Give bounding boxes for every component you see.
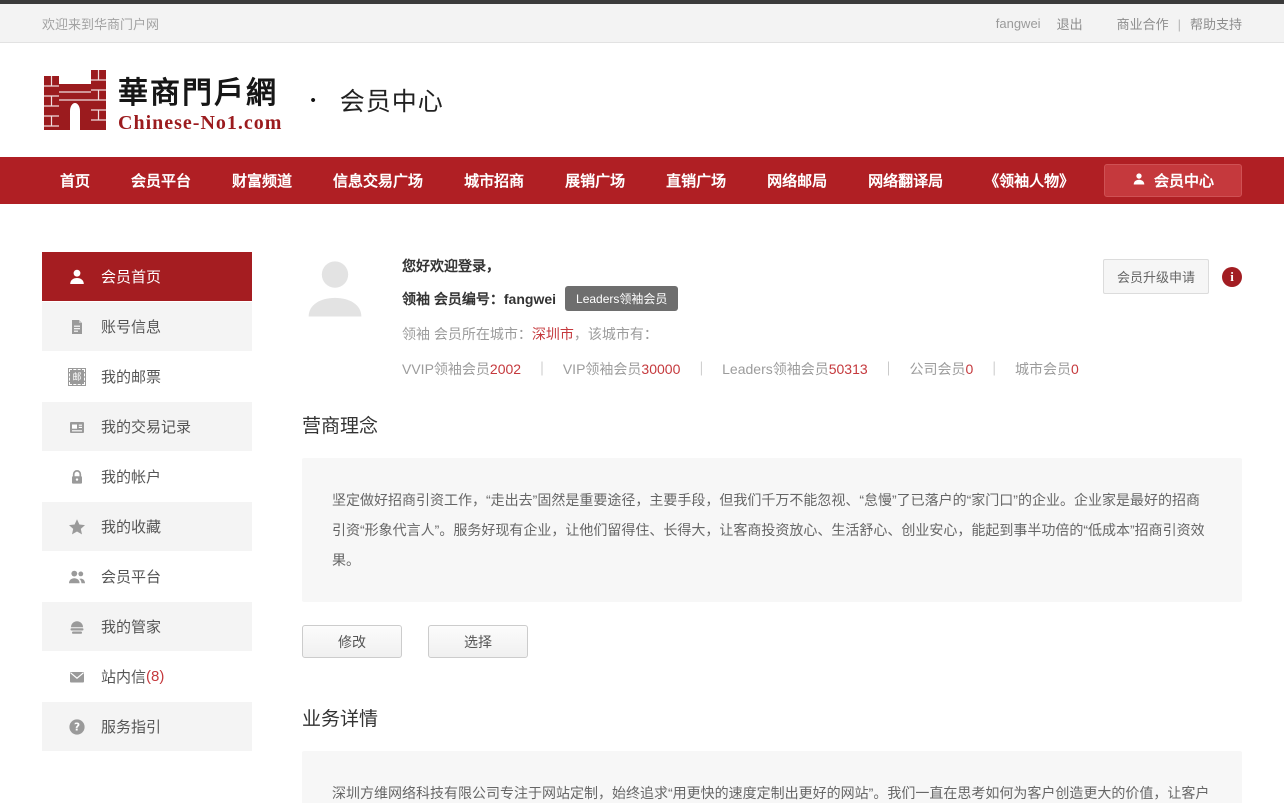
philosophy-section-title: 营商理念	[302, 411, 1242, 438]
sidebar-item-label: 我的管家	[101, 616, 161, 637]
business-body: 深圳方维网络科技有限公司专注于网站定制，始终追求“用更快的速度定制出更好的网站”…	[302, 751, 1242, 803]
gate-logo-icon	[42, 66, 108, 135]
philosophy-body: 坚定做好招商引资工作，“走出去”固然是重要途径，主要手段，但我们千万不能忽视、“…	[302, 458, 1242, 602]
welcome-text: 欢迎来到华商门户网	[42, 14, 159, 33]
stat-separator: ｜	[694, 361, 708, 377]
stat-leaders: Leaders领袖会员50313	[722, 361, 868, 377]
city-tail: ，该城市有：	[574, 326, 658, 342]
sidebar-item-my-account[interactable]: 我的帐户	[42, 452, 252, 502]
sidebar-item-label: 我的交易记录	[101, 416, 191, 437]
city-label: 领袖 会员所在城市：	[402, 326, 532, 342]
member-no-value: fangwei	[504, 291, 556, 307]
stat-separator: ｜	[535, 361, 549, 377]
membership-level-badge: Leaders领袖会员	[565, 286, 678, 311]
stat-separator: ｜	[882, 361, 896, 377]
sidebar-item-label: 我的邮票	[101, 366, 161, 387]
username-link[interactable]: fangwei	[996, 16, 1041, 31]
svg-text:?: ?	[74, 721, 80, 733]
unread-count-badge: (8)	[146, 668, 164, 685]
nav-item-city-investment[interactable]: 城市招商	[464, 170, 524, 191]
nav-item-wealth-channel[interactable]: 财富频道	[232, 170, 292, 191]
info-icon[interactable]: i	[1222, 267, 1242, 287]
stat-vip: VIP领袖会员30000	[563, 361, 681, 377]
business-section-title: 业务详情	[302, 704, 1242, 731]
user-icon	[68, 268, 86, 286]
main-navbar: 首页 会员平台 财富频道 信息交易广场 城市招商 展销广场 直销广场 网络邮局 …	[0, 157, 1284, 204]
document-icon	[68, 318, 86, 336]
nav-item-direct-sales-plaza[interactable]: 直销广场	[666, 170, 726, 191]
avatar	[302, 256, 368, 323]
stat-separator: ｜	[987, 361, 1001, 377]
butler-dome-icon	[68, 618, 86, 636]
member-stats-row: VVIP领袖会员2002 ｜ VIP领袖会员30000 ｜ Leaders领袖会…	[402, 359, 1103, 379]
sidebar-item-favorites[interactable]: 我的收藏	[42, 502, 252, 552]
sidebar-item-label: 会员首页	[101, 266, 161, 287]
member-center-button[interactable]: 会员中心	[1104, 164, 1242, 197]
mail-icon	[68, 668, 86, 686]
nav-item-leaders[interactable]: 《领袖人物》	[984, 170, 1074, 191]
sidebar-item-label: 会员平台	[101, 566, 161, 587]
sidebar-item-my-butler[interactable]: 我的管家	[42, 602, 252, 652]
users-icon	[68, 568, 86, 586]
nav-item-exhibition-plaza[interactable]: 展销广场	[565, 170, 625, 191]
business-coop-link[interactable]: 商业合作	[1117, 17, 1169, 32]
logo-chinese-text: 華商門戶網	[118, 68, 282, 112]
sidebar-item-site-mail[interactable]: 站内信(8)	[42, 652, 252, 702]
lock-icon	[68, 468, 86, 486]
logout-link[interactable]: 退出	[1057, 14, 1083, 33]
nav-item-web-post[interactable]: 网络邮局	[767, 170, 827, 191]
select-button[interactable]: 选择	[428, 625, 528, 658]
stamp-icon: 邮	[68, 368, 86, 386]
sidebar-item-member-platform[interactable]: 会员平台	[42, 552, 252, 602]
page-title: 会员中心	[340, 82, 444, 118]
star-icon	[68, 518, 86, 536]
nav-item-member-platform[interactable]: 会员平台	[131, 170, 191, 191]
sidebar-item-my-stamps[interactable]: 邮 我的邮票	[42, 352, 252, 402]
stat-vvip: VVIP领袖会员2002	[402, 361, 521, 377]
logo-domain-text: Chinese-No1.com	[118, 113, 282, 133]
sidebar-item-label: 站内信	[101, 666, 146, 687]
nav-item-web-translation[interactable]: 网络翻译局	[868, 170, 943, 191]
edit-button[interactable]: 修改	[302, 625, 402, 658]
city-value[interactable]: 深圳市	[532, 326, 574, 342]
main-content: 您好欢迎登录， 领袖 会员编号：fangwei Leaders领袖会员 领袖 会…	[302, 252, 1242, 803]
member-center-button-label: 会员中心	[1154, 170, 1214, 191]
help-support-link[interactable]: 帮助支持	[1190, 17, 1242, 32]
sidebar-item-service-guide[interactable]: ? 服务指引	[42, 702, 252, 752]
sidebar-item-label: 我的收藏	[101, 516, 161, 537]
nav-item-info-trade-plaza[interactable]: 信息交易广场	[333, 170, 423, 191]
header-bullet: •	[310, 92, 315, 109]
topbar: 欢迎来到华商门户网 fangwei 退出 商业合作 | 帮助支持	[0, 4, 1284, 43]
topbar-divider: |	[1178, 17, 1181, 32]
help-icon: ?	[68, 718, 86, 736]
sidebar-item-label: 服务指引	[101, 716, 161, 737]
nav-item-home[interactable]: 首页	[60, 170, 90, 191]
site-header: 華商門戶網 Chinese-No1.com • 会员中心	[0, 43, 1284, 157]
sidebar-item-label: 账号信息	[101, 316, 161, 337]
sidebar: 会员首页 账号信息 邮 我的邮票	[42, 252, 252, 803]
sidebar-item-transactions[interactable]: 我的交易记录	[42, 402, 252, 452]
sidebar-item-label: 我的帐户	[101, 466, 161, 487]
newspaper-icon	[68, 418, 86, 436]
site-logo[interactable]: 華商門戶網 Chinese-No1.com	[42, 66, 282, 135]
greeting-text: 您好欢迎登录，	[402, 252, 1103, 276]
member-upgrade-button[interactable]: 会员升级申请	[1103, 259, 1209, 294]
member-no-label: 领袖 会员编号：	[402, 289, 504, 309]
stat-company: 公司会员0	[909, 361, 973, 377]
sidebar-item-account-info[interactable]: 账号信息	[42, 302, 252, 352]
profile-summary: 您好欢迎登录， 领袖 会员编号：fangwei Leaders领袖会员 领袖 会…	[302, 252, 1242, 379]
sidebar-item-member-home[interactable]: 会员首页	[42, 252, 252, 302]
user-icon	[1132, 172, 1146, 190]
stat-city: 城市会员0	[1015, 361, 1079, 377]
